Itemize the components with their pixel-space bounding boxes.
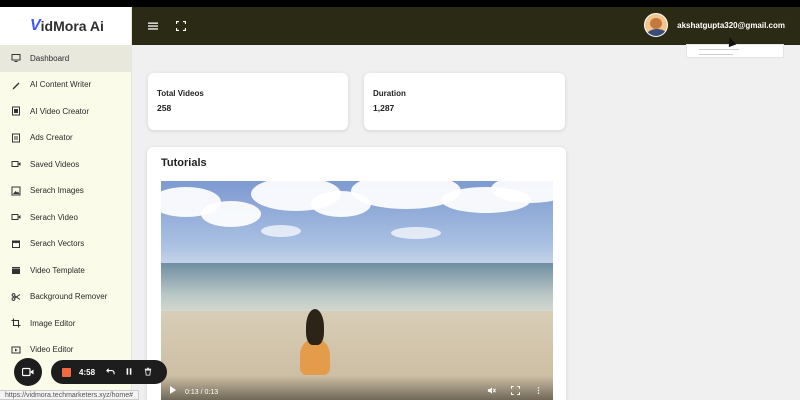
video-camera-icon bbox=[10, 212, 21, 223]
dropdown-item-line bbox=[699, 49, 739, 50]
app-logo[interactable]: VidMora Ai bbox=[0, 7, 131, 45]
sidebar-item-label: Serach Vectors bbox=[30, 239, 85, 249]
more-options-icon[interactable] bbox=[537, 386, 540, 397]
pause-icon[interactable] bbox=[124, 367, 134, 378]
sidebar-item-label: Serach Images bbox=[30, 186, 84, 196]
sidebar-item-search-video[interactable]: Serach Video bbox=[0, 204, 131, 231]
video-time: 0:13 / 0:13 bbox=[185, 389, 219, 396]
sidebar-nav: Dashboard AI Content Writer AI Video Cre… bbox=[0, 45, 131, 363]
user-email[interactable]: akshatgupta320@gmail.com bbox=[677, 21, 785, 30]
sidebar-item-search-vectors[interactable]: Serach Vectors bbox=[0, 231, 131, 258]
sidebar-item-label: Background Remover bbox=[30, 292, 108, 302]
sidebar-item-video-template[interactable]: Video Template bbox=[0, 257, 131, 284]
fullscreen-icon[interactable] bbox=[174, 19, 188, 33]
tutorial-video-player[interactable]: 0:13 / 0:13 bbox=[161, 181, 553, 400]
sidebar-item-label: Saved Videos bbox=[30, 159, 80, 169]
sidebar-item-label: Video Editor bbox=[30, 345, 74, 355]
play-icon[interactable] bbox=[170, 386, 176, 394]
video-frame-person-hair bbox=[306, 309, 324, 345]
video-controls: 0:13 / 0:13 bbox=[161, 376, 553, 400]
fullscreen-icon[interactable] bbox=[510, 385, 521, 397]
stop-recording-button[interactable] bbox=[62, 367, 71, 377]
box-icon bbox=[10, 238, 21, 249]
user-dropdown-menu bbox=[686, 44, 784, 58]
dropdown-item-line bbox=[699, 54, 733, 55]
recording-time: 4:58 bbox=[79, 367, 96, 377]
screen-recorder-bar: 4:58 bbox=[51, 360, 167, 384]
sidebar-item-dashboard[interactable]: Dashboard bbox=[0, 45, 131, 72]
sidebar-item-search-images[interactable]: Serach Images bbox=[0, 178, 131, 205]
sidebar-item-label: Ads Creator bbox=[30, 133, 73, 143]
stat-value: 258 bbox=[157, 103, 172, 113]
stat-value: 1,287 bbox=[373, 103, 395, 113]
crop-icon bbox=[10, 318, 21, 329]
stat-label: Duration bbox=[373, 89, 406, 98]
scissors-icon bbox=[10, 291, 21, 302]
monitor-icon bbox=[10, 53, 21, 64]
sidebar: VidMora Ai Dashboard AI Content Writer A… bbox=[0, 7, 132, 400]
video-camera-icon bbox=[10, 159, 21, 170]
avatar[interactable] bbox=[644, 13, 669, 37]
video-frame-sky bbox=[161, 181, 553, 265]
video-edit-icon bbox=[10, 344, 21, 355]
sidebar-item-saved-videos[interactable]: Saved Videos bbox=[0, 151, 131, 178]
stat-card-duration: Duration 1,287 bbox=[364, 73, 565, 130]
sidebar-item-label: AI Video Creator bbox=[30, 106, 89, 116]
hamburger-icon[interactable] bbox=[146, 19, 160, 33]
stat-card-total-videos: Total Videos 258 bbox=[148, 73, 348, 130]
section-title: Tutorials bbox=[161, 157, 207, 169]
user-menu[interactable]: akshatgupta320@gmail.com bbox=[644, 13, 785, 37]
image-icon bbox=[10, 185, 21, 196]
sidebar-item-background-remover[interactable]: Background Remover bbox=[0, 284, 131, 311]
sidebar-item-ads-creator[interactable]: Ads Creator bbox=[0, 125, 131, 152]
sidebar-item-label: Image Editor bbox=[30, 318, 76, 328]
video-frame-sea bbox=[161, 263, 553, 315]
undo-icon[interactable] bbox=[105, 367, 115, 378]
window-top-strip bbox=[0, 0, 800, 7]
sidebar-item-label: Serach Video bbox=[30, 212, 78, 222]
sidebar-item-ai-content-writer[interactable]: AI Content Writer bbox=[0, 72, 131, 99]
logo-initial: V bbox=[30, 17, 41, 34]
trash-icon[interactable] bbox=[143, 367, 153, 378]
sidebar-item-image-editor[interactable]: Image Editor bbox=[0, 310, 131, 337]
stat-label: Total Videos bbox=[157, 89, 204, 98]
sidebar-item-label: Dashboard bbox=[30, 53, 70, 63]
ads-icon bbox=[10, 132, 21, 143]
film-icon bbox=[10, 106, 21, 117]
sidebar-item-label: Video Template bbox=[30, 265, 85, 275]
mute-icon[interactable] bbox=[487, 386, 496, 397]
logo-text: idMora Ai bbox=[40, 18, 104, 34]
sidebar-item-ai-video-creator[interactable]: AI Video Creator bbox=[0, 98, 131, 125]
sidebar-item-label: AI Content Writer bbox=[30, 80, 92, 90]
pen-icon bbox=[10, 79, 21, 90]
clapperboard-icon bbox=[10, 265, 21, 276]
recorder-camera-button[interactable] bbox=[14, 358, 42, 386]
video-camera-icon bbox=[22, 367, 34, 377]
browser-status-url: https://vidmora.techmarketers.xyz/home# bbox=[0, 390, 139, 400]
top-header: akshatgupta320@gmail.com bbox=[132, 7, 800, 45]
tutorials-card: Tutorials 0:13 / 0:13 bbox=[147, 147, 566, 400]
